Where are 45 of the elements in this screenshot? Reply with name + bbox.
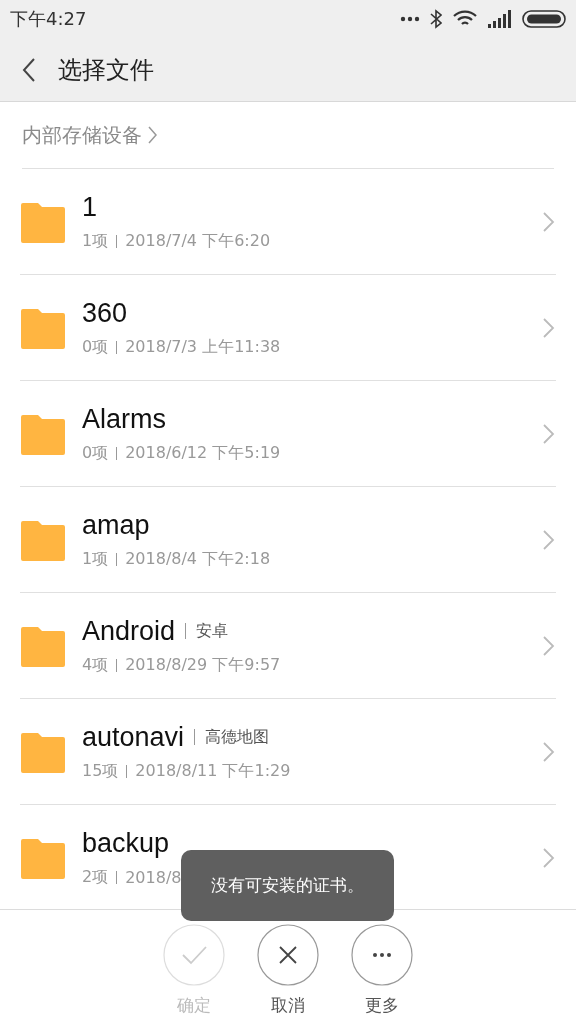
chevron-right-icon (542, 846, 556, 869)
folder-alias: 高德地图 (205, 726, 270, 748)
item-count: 15项 (82, 760, 119, 782)
folder-name[interactable]: autonavi (82, 721, 185, 753)
more-icon (351, 924, 413, 986)
modified-date: 2018/8 (125, 867, 182, 887)
battery-icon (522, 10, 566, 28)
folder-name[interactable]: amap (82, 509, 150, 541)
modified-date: 2018/7/3 上午11:38 (125, 336, 281, 358)
status-time: 下午4:27 (10, 7, 87, 31)
item-count: 1项 (82, 230, 109, 252)
page-title: 选择文件 (58, 54, 154, 86)
item-count: 2项 (82, 866, 109, 888)
item-count: 0项 (82, 442, 109, 464)
cancel-button[interactable]: 取消 (257, 924, 319, 1024)
chevron-right-icon (542, 422, 556, 445)
back-icon[interactable] (22, 56, 36, 83)
item-count: 1项 (82, 548, 109, 570)
check-icon (163, 924, 225, 986)
signal-icon (488, 10, 512, 28)
modified-date: 2018/8/29 下午9:57 (125, 654, 281, 676)
modified-date: 2018/8/4 下午2:18 (125, 548, 271, 570)
dots-icon (400, 16, 420, 22)
bluetooth-icon (430, 9, 442, 29)
item-count: 4项 (82, 654, 109, 676)
folder-name[interactable]: 1 (82, 191, 98, 223)
chevron-right-icon (148, 125, 158, 145)
breadcrumb-link[interactable]: 内部存储设备 (22, 121, 142, 149)
folder-name[interactable]: Alarms (82, 403, 166, 435)
modified-date: 2018/7/4 下午6:20 (125, 230, 271, 252)
chevron-right-icon (542, 528, 556, 551)
more-button[interactable]: 更多 (351, 924, 413, 1024)
modified-date: 2018/8/11 下午1:29 (135, 760, 291, 782)
folder-name[interactable]: 360 (82, 297, 128, 329)
item-count: 0项 (82, 336, 109, 358)
toast-message: 没有可安装的证书。 (181, 850, 394, 921)
chevron-right-icon (542, 634, 556, 657)
folder-name[interactable]: backup (82, 827, 170, 859)
chevron-right-icon (542, 740, 556, 763)
chevron-right-icon (542, 316, 556, 339)
chevron-right-icon (542, 210, 556, 233)
close-icon (257, 924, 319, 986)
folder-alias: 安卓 (196, 620, 229, 642)
modified-date: 2018/6/12 下午5:19 (125, 442, 281, 464)
folder-name[interactable]: Android (82, 615, 176, 647)
